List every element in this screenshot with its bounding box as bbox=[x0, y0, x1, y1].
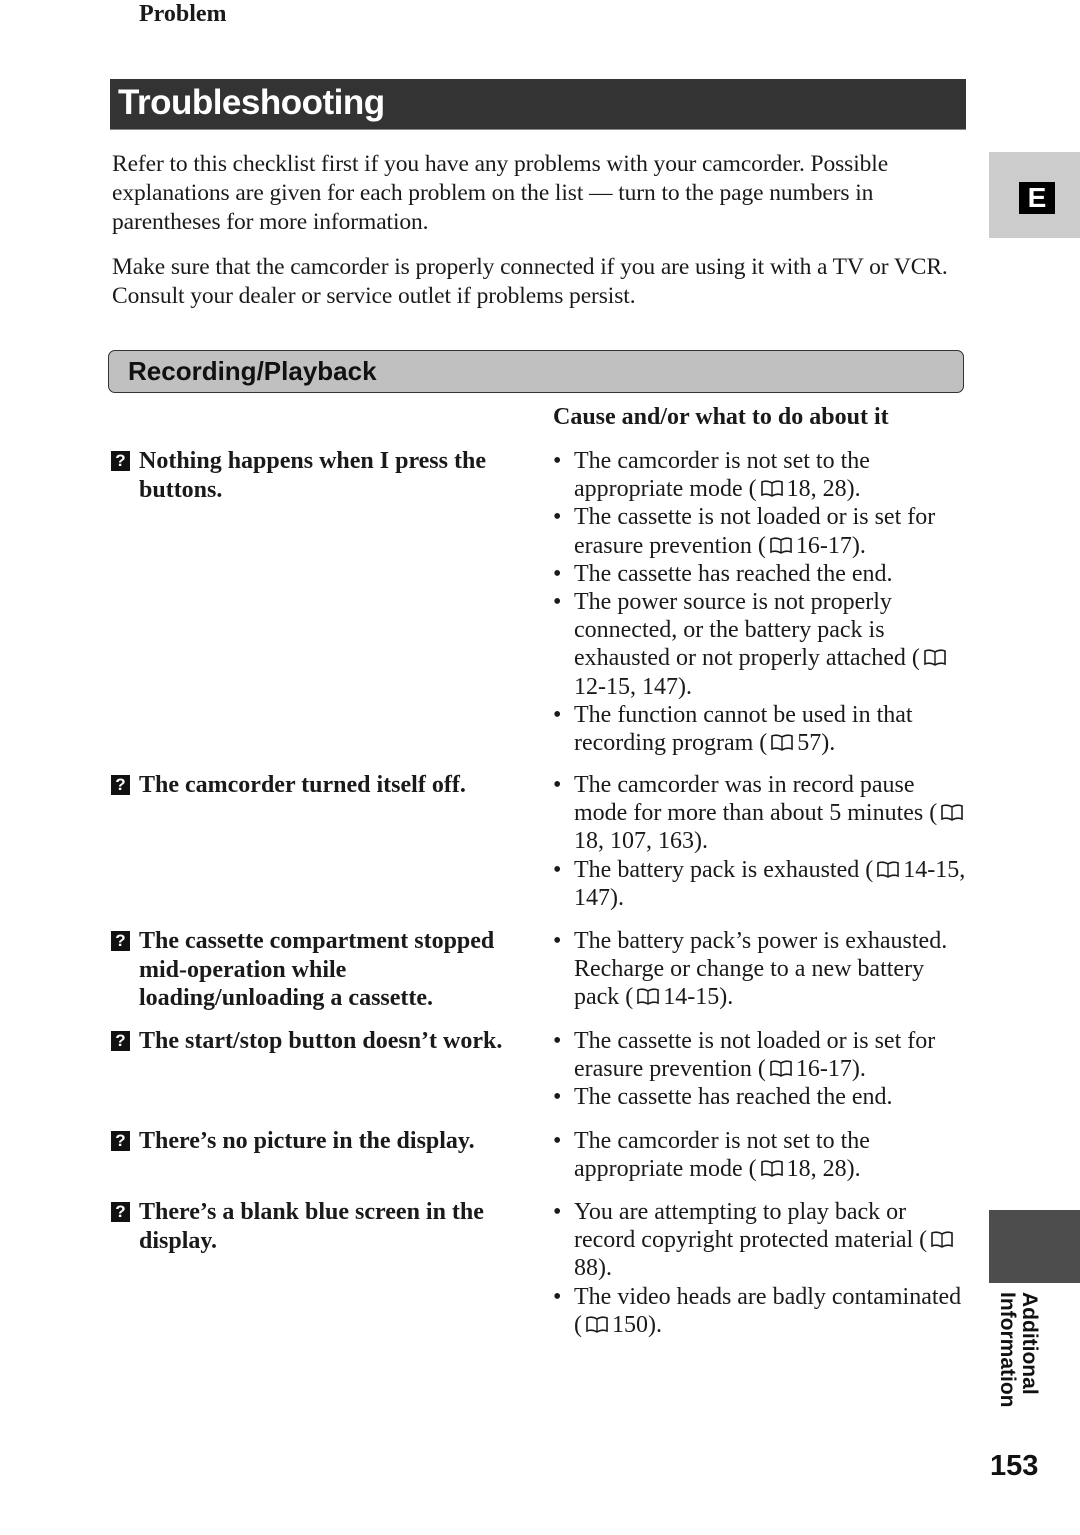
page-reference[interactable]: 18, 107, 163). bbox=[574, 828, 708, 854]
language-tab: E bbox=[989, 152, 1080, 238]
bullet-icon: • bbox=[553, 1128, 562, 1154]
problem-text: Nothing happens when I press the buttons… bbox=[139, 448, 486, 503]
cause-item: • The cassette has reached the end. bbox=[553, 1083, 973, 1111]
page-reference[interactable]: 57). bbox=[797, 730, 835, 756]
cause-item: • You are attempting to play back or reco… bbox=[553, 1198, 973, 1283]
question-mark-icon: ? bbox=[111, 1202, 130, 1222]
bullet-icon: • bbox=[553, 560, 562, 587]
bullet-icon: • bbox=[553, 448, 562, 474]
section-tab-label-line2: Information bbox=[996, 1292, 1019, 1408]
book-icon bbox=[770, 1057, 792, 1078]
bullet-icon: • bbox=[553, 701, 562, 728]
bullet-icon: • bbox=[553, 1084, 562, 1111]
intro-paragraph-1: Refer to this checklist first if you hav… bbox=[112, 151, 889, 235]
page-number: 153 bbox=[990, 1450, 1039, 1482]
bullet-icon: • bbox=[553, 928, 562, 954]
page-reference[interactable]: 18, 28). bbox=[787, 476, 861, 502]
book-icon bbox=[586, 1313, 608, 1333]
problem-cell: ? There’s no picture in the display. bbox=[110, 1127, 525, 1156]
book-icon bbox=[771, 731, 794, 751]
section-tab-label-line1: Additional bbox=[1018, 1292, 1041, 1395]
cause-item: • The camcorder is not set to the appropr… bbox=[553, 1127, 973, 1183]
book-icon bbox=[637, 985, 660, 1006]
cause-text: The cassette has reached the end. bbox=[574, 560, 893, 587]
page-reference[interactable]: 16-17). bbox=[796, 533, 866, 559]
bullet-icon: • bbox=[553, 589, 562, 616]
cause-list: • The battery pack’s power is exhausted. … bbox=[553, 927, 973, 1012]
problem-text: The start/stop button doesn’t work. bbox=[139, 1028, 503, 1054]
cause-list: • The camcorder is not set to the appropr… bbox=[553, 1127, 973, 1183]
page-reference[interactable]: 12-15, 147). bbox=[574, 674, 692, 700]
problem-cell: ? There’s a blank blue screen in the disp… bbox=[110, 1198, 525, 1255]
page-reference[interactable]: 88). bbox=[574, 1255, 612, 1281]
cause-list: • The cassette is not loaded or is set fo… bbox=[553, 1027, 973, 1112]
cause-item: • The camcorder is not set to the appropr… bbox=[553, 447, 973, 503]
cause-item: • The function cannot be used in that rec… bbox=[553, 701, 973, 757]
bullet-icon: • bbox=[553, 1028, 562, 1054]
cause-text: The power source is not properly connect… bbox=[574, 589, 920, 672]
problem-cell: ? The camcorder turned itself off. bbox=[110, 771, 525, 800]
cause-item: • The cassette is not loaded or is set fo… bbox=[553, 503, 973, 559]
cause-text: The battery pack is exhausted ( bbox=[574, 856, 874, 883]
cause-text: You are attempting to play back or recor… bbox=[574, 1199, 928, 1254]
cause-list: • The camcorder is not set to the appropr… bbox=[553, 447, 973, 757]
problem-cell: ? The start/stop button doesn’t work. bbox=[110, 1027, 525, 1056]
bullet-icon: • bbox=[553, 1199, 562, 1225]
bullet-icon: • bbox=[553, 504, 562, 531]
cause-text: The battery pack’s power is exhausted. R… bbox=[574, 928, 948, 1011]
problem-cell: ? Nothing happens when I press the button… bbox=[110, 447, 525, 504]
section-tab bbox=[989, 1210, 1080, 1283]
book-icon bbox=[760, 1157, 783, 1178]
book-icon bbox=[760, 477, 783, 498]
section-tab-label: Additional Information bbox=[990, 1292, 1041, 1408]
bullet-icon: • bbox=[553, 1283, 562, 1310]
problem-text: The cassette compartment stopped mid-ope… bbox=[139, 928, 495, 1011]
column-header-cause: Cause and/or what to do about it bbox=[553, 404, 889, 430]
page-reference[interactable]: 14-15). bbox=[663, 984, 733, 1010]
cause-list: • You are attempting to play back or reco… bbox=[553, 1198, 973, 1339]
book-icon bbox=[770, 534, 792, 554]
column-header-problem: Problem bbox=[139, 1, 227, 27]
cause-item: • The cassette has reached the end. bbox=[553, 560, 973, 588]
question-mark-icon: ? bbox=[111, 1131, 130, 1151]
bullet-icon: • bbox=[553, 772, 562, 798]
problem-text: There’s no picture in the display. bbox=[139, 1128, 475, 1154]
cause-item: • The power source is not properly connec… bbox=[553, 588, 973, 701]
cause-item: • The video heads are badly contaminated … bbox=[553, 1283, 973, 1339]
title-bar: Troubleshooting bbox=[110, 79, 966, 130]
book-icon bbox=[924, 646, 946, 667]
problem-text: The camcorder turned itself off. bbox=[139, 772, 466, 798]
cause-list: • The camcorder was in record pause mode … bbox=[553, 771, 973, 912]
question-mark-icon: ? bbox=[111, 931, 130, 951]
page-title: Troubleshooting bbox=[118, 83, 385, 122]
question-mark-icon: ? bbox=[111, 451, 130, 471]
cause-item: • The cassette is not loaded or is set fo… bbox=[553, 1027, 973, 1083]
cause-item: • The camcorder was in record pause mode … bbox=[553, 771, 973, 856]
section-header: Recording/Playback bbox=[108, 350, 964, 393]
section-title: Recording/Playback bbox=[128, 356, 377, 386]
page-reference[interactable]: 18, 28). bbox=[787, 1156, 861, 1182]
question-mark-icon: ? bbox=[111, 775, 130, 795]
question-mark-icon: ? bbox=[111, 1031, 130, 1051]
cause-text: The cassette has reached the end. bbox=[574, 1084, 893, 1111]
problem-cell: ? The cassette compartment stopped mid-op… bbox=[110, 927, 525, 1013]
book-icon bbox=[877, 858, 900, 878]
page-reference[interactable]: 16-17). bbox=[796, 1056, 866, 1082]
cause-item: • The battery pack’s power is exhausted. … bbox=[553, 927, 973, 1012]
cause-text: The cassette is not loaded or is set for… bbox=[574, 504, 936, 559]
bullet-icon: • bbox=[553, 856, 562, 883]
page-reference[interactable]: 150). bbox=[612, 1312, 662, 1338]
cause-text: The function cannot be used in that reco… bbox=[574, 701, 913, 757]
book-icon bbox=[931, 1228, 953, 1249]
book-icon bbox=[941, 801, 964, 822]
problem-text: There’s a blank blue screen in the displ… bbox=[139, 1199, 484, 1254]
cause-item: • The battery pack is exhausted (14-15, 1… bbox=[553, 856, 973, 912]
intro-paragraph-2: Make sure that the camcorder is properly… bbox=[112, 254, 948, 309]
cause-text: The cassette is not loaded or is set for… bbox=[574, 1028, 936, 1083]
language-letter: E bbox=[1019, 182, 1055, 214]
cause-text: The camcorder was in record pause mode f… bbox=[574, 772, 938, 827]
